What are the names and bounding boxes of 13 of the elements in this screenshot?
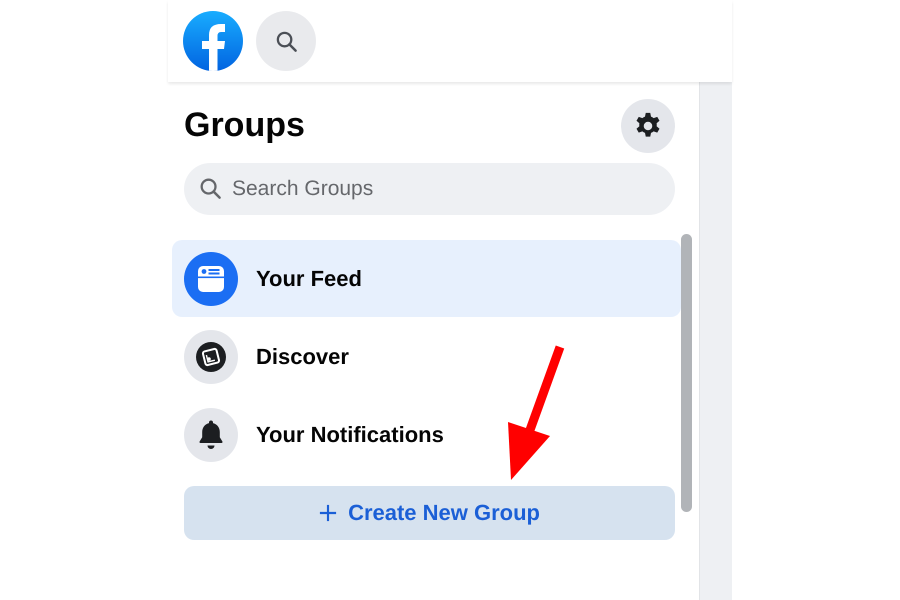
create-group-button[interactable]: Create New Group xyxy=(184,486,676,540)
search-icon xyxy=(274,30,298,52)
search-field[interactable]: Search Groups xyxy=(184,163,676,215)
plus-icon xyxy=(319,504,338,522)
groups-title: Groups xyxy=(184,107,305,145)
bell-icon xyxy=(184,408,238,462)
search-icon xyxy=(199,177,222,200)
scrollbar[interactable] xyxy=(681,234,692,512)
compass-icon xyxy=(184,330,238,384)
nav-item[interactable]: Discover xyxy=(172,318,682,395)
feed-icon xyxy=(184,252,238,306)
logo-icon[interactable] xyxy=(183,11,243,71)
nav-item[interactable]: Your Feed xyxy=(172,240,682,317)
